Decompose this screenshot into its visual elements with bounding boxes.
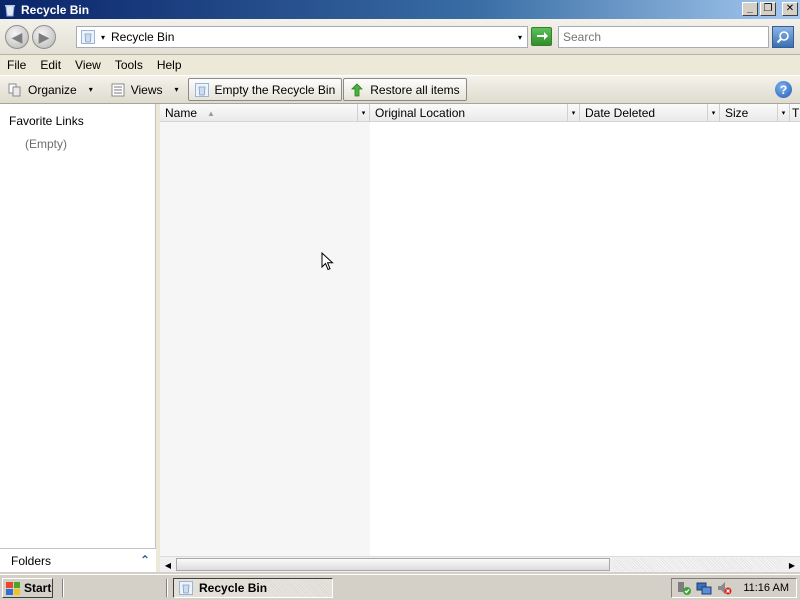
column-original-location[interactable]: Original Location ▾ xyxy=(370,104,580,122)
file-list[interactable]: Name ▲ ▾ Original Location ▾ Date Delete… xyxy=(160,104,800,572)
taskbar-separator xyxy=(166,579,168,597)
column-header-row: Name ▲ ▾ Original Location ▾ Date Delete… xyxy=(160,104,800,122)
scroll-right-icon[interactable]: ▶ xyxy=(785,558,799,572)
breadcrumb-recycle-bin[interactable]: Recycle Bin xyxy=(111,30,174,44)
address-dropdown-icon[interactable]: ▾ xyxy=(518,33,522,42)
menu-file[interactable]: File xyxy=(7,58,26,72)
taskbar-separator xyxy=(62,579,64,597)
folders-label: Folders xyxy=(11,553,52,568)
organize-label: Organize xyxy=(28,82,77,97)
breadcrumb-arrow-icon[interactable]: ▾ xyxy=(101,33,105,42)
magnifier-icon xyxy=(776,31,789,44)
command-toolbar: Organize ▾ Views ▾ Empty the Recycle Bin… xyxy=(0,75,800,104)
views-button[interactable]: Views ▾ xyxy=(105,78,185,101)
restore-button[interactable]: ❐ xyxy=(760,2,776,16)
menu-help[interactable]: Help xyxy=(157,58,182,72)
column-date-dropdown-icon[interactable]: ▾ xyxy=(707,104,719,122)
empty-recycle-bin-button[interactable]: Empty the Recycle Bin xyxy=(187,78,343,101)
title-bar[interactable]: Recycle Bin _ ❐ ✕ xyxy=(0,0,800,19)
window-title: Recycle Bin xyxy=(21,2,90,17)
start-button[interactable]: Start xyxy=(2,578,53,598)
column-date-deleted[interactable]: Date Deleted ▾ xyxy=(580,104,720,122)
organize-button[interactable]: Organize ▾ xyxy=(2,78,99,101)
favorite-links-heading[interactable]: Favorite Links xyxy=(9,114,84,128)
refresh-icon xyxy=(536,31,548,40)
windows-logo-icon xyxy=(6,581,20,595)
system-tray: 11:16 AM xyxy=(671,578,797,598)
menu-view[interactable]: View xyxy=(75,58,101,72)
clock[interactable]: 11:16 AM xyxy=(743,582,789,594)
address-bar[interactable]: ▾ Recycle Bin ▾ xyxy=(76,26,528,48)
recycle-bin-icon xyxy=(179,581,193,595)
help-button[interactable]: ? xyxy=(775,81,792,98)
network-icon[interactable] xyxy=(696,580,712,596)
address-row: ◀ ▶ ▾ Recycle Bin ▾ xyxy=(0,19,800,55)
column-original-location-label: Original Location xyxy=(375,106,466,120)
column-date-deleted-label: Date Deleted xyxy=(585,106,656,120)
start-label: Start xyxy=(24,581,52,595)
restore-all-items-label: Restore all items xyxy=(370,82,460,97)
column-type-label: T xyxy=(792,106,800,120)
security-shield-icon[interactable] xyxy=(676,580,692,596)
favorite-links-empty: (Empty) xyxy=(25,137,67,151)
taskbar-recycle-bin-label: Recycle Bin xyxy=(199,581,268,595)
column-size[interactable]: Size ▾ xyxy=(720,104,790,122)
column-size-dropdown-icon[interactable]: ▾ xyxy=(777,104,789,122)
refresh-button[interactable] xyxy=(531,27,552,46)
sorted-column-highlight xyxy=(160,122,370,556)
views-label: Views xyxy=(130,82,163,97)
navigation-pane: Favorite Links (Empty) xyxy=(0,104,156,572)
menu-bar: File Edit View Tools Help xyxy=(0,55,800,75)
column-location-dropdown-icon[interactable]: ▾ xyxy=(567,104,579,122)
horizontal-scrollbar[interactable]: ◀ ▶ xyxy=(160,556,800,572)
recycle-bin-icon xyxy=(194,82,209,97)
taskbar: Start Recycle Bin 11:16 AM xyxy=(0,574,800,600)
back-arrow-icon: ◀ xyxy=(11,28,23,45)
volume-muted-icon[interactable] xyxy=(716,580,732,596)
views-caret-icon: ▾ xyxy=(174,85,179,94)
forward-arrow-icon: ▶ xyxy=(38,28,50,45)
menu-edit[interactable]: Edit xyxy=(40,58,61,72)
column-name-dropdown-icon[interactable]: ▾ xyxy=(357,104,369,122)
empty-recycle-bin-label: Empty the Recycle Bin xyxy=(214,82,336,97)
scrollbar-thumb[interactable] xyxy=(176,558,610,571)
organize-caret-icon: ▾ xyxy=(88,85,93,94)
close-button[interactable]: ✕ xyxy=(782,2,798,16)
column-name-label: Name xyxy=(165,106,198,120)
views-icon xyxy=(111,83,125,96)
mouse-cursor-icon xyxy=(321,252,334,271)
restore-all-items-button[interactable]: Restore all items xyxy=(343,78,467,101)
menu-tools[interactable]: Tools xyxy=(115,58,143,72)
search-input[interactable] xyxy=(558,26,769,48)
column-type[interactable]: T xyxy=(790,104,800,122)
back-button[interactable]: ◀ xyxy=(5,25,29,49)
organize-icon xyxy=(8,83,21,96)
column-size-label: Size xyxy=(725,106,749,120)
scrollbar-track[interactable] xyxy=(612,558,782,571)
restore-arrow-icon xyxy=(351,82,364,96)
scroll-left-icon[interactable]: ◀ xyxy=(161,558,175,572)
column-name[interactable]: Name ▲ ▾ xyxy=(160,104,370,122)
forward-button[interactable]: ▶ xyxy=(32,25,56,49)
minimize-button[interactable]: _ xyxy=(742,2,758,16)
recycle-bin-icon xyxy=(5,4,15,16)
recycle-bin-icon xyxy=(81,30,95,44)
folders-toggle[interactable]: Folders ⌃ xyxy=(0,548,156,572)
taskbar-recycle-bin-button[interactable]: Recycle Bin xyxy=(173,578,333,598)
chevron-up-icon: ⌃ xyxy=(139,553,150,567)
search-button[interactable] xyxy=(772,26,794,48)
sort-ascending-icon: ▲ xyxy=(207,108,215,118)
